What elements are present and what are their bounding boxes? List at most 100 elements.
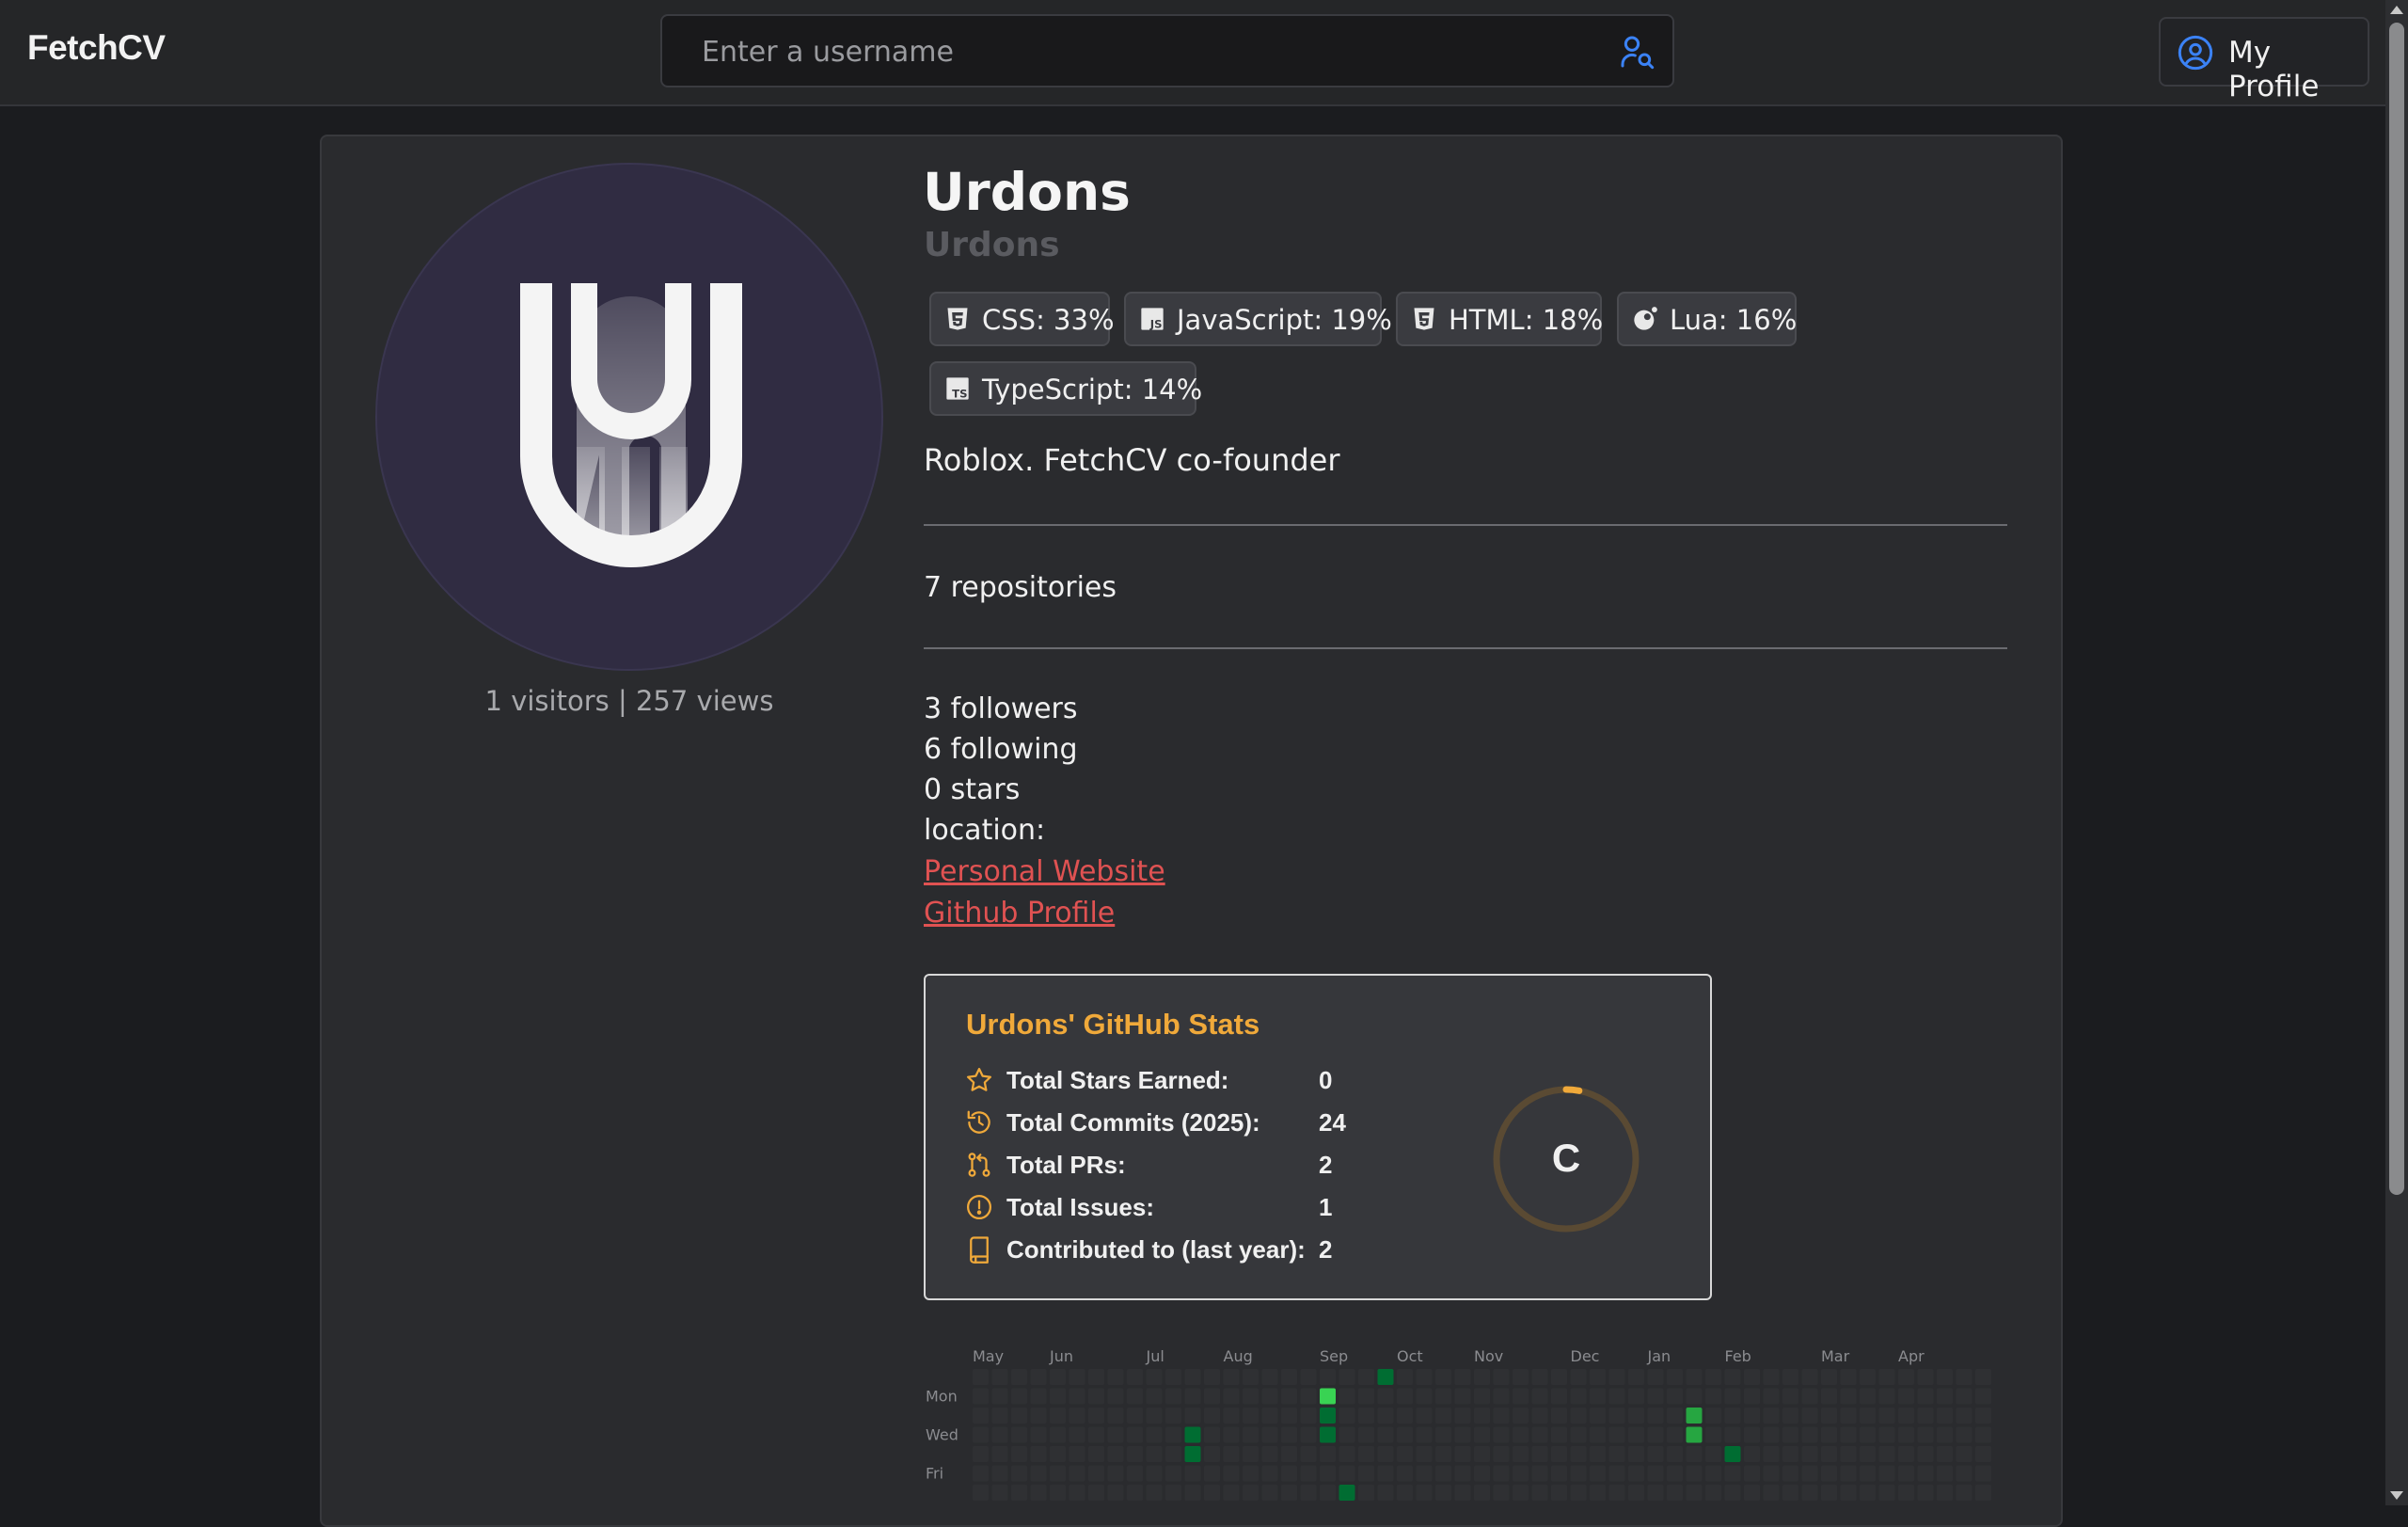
contribution-day-cell[interactable] [1956, 1369, 1972, 1385]
contribution-day-cell[interactable] [1840, 1446, 1857, 1462]
contribution-day-cell[interactable] [1358, 1426, 1374, 1443]
contribution-day-cell[interactable] [1937, 1446, 1953, 1462]
contribution-day-cell[interactable] [1050, 1408, 1066, 1424]
contribution-day-cell[interactable] [1821, 1446, 1837, 1462]
contribution-day-cell[interactable] [1435, 1369, 1451, 1385]
contribution-day-cell[interactable] [1146, 1446, 1163, 1462]
contribution-day-cell[interactable] [1840, 1408, 1857, 1424]
contribution-day-cell[interactable] [1782, 1408, 1798, 1424]
contribution-day-cell[interactable] [1300, 1388, 1317, 1405]
contribution-day-cell[interactable] [1667, 1408, 1683, 1424]
contribution-day-cell[interactable] [1647, 1426, 1664, 1443]
contribution-day-cell[interactable] [1204, 1426, 1220, 1443]
contribution-day-cell[interactable] [1300, 1485, 1317, 1501]
contribution-day-cell[interactable] [1956, 1446, 1972, 1462]
contribution-day-cell[interactable] [1628, 1408, 1644, 1424]
contribution-day-cell[interactable] [1493, 1369, 1510, 1385]
contribution-day-cell[interactable] [1011, 1465, 1027, 1482]
contribution-day-cell[interactable] [1184, 1465, 1201, 1482]
contribution-day-cell[interactable] [1204, 1388, 1220, 1405]
contribution-day-cell[interactable] [1821, 1465, 1837, 1482]
contribution-day-cell[interactable] [1243, 1408, 1259, 1424]
contribution-day-cell[interactable] [1551, 1485, 1567, 1501]
contribution-day-cell[interactable] [1474, 1465, 1490, 1482]
contribution-day-cell[interactable] [1551, 1408, 1567, 1424]
contribution-day-cell[interactable] [1339, 1408, 1355, 1424]
contribution-day-cell[interactable] [1069, 1426, 1085, 1443]
contribution-day-cell[interactable] [1744, 1465, 1760, 1482]
contribution-day-cell[interactable] [1763, 1426, 1780, 1443]
contribution-day-cell[interactable] [1801, 1446, 1818, 1462]
contribution-day-cell[interactable] [1088, 1446, 1104, 1462]
contribution-day-cell[interactable] [1454, 1369, 1471, 1385]
contribution-day-cell[interactable] [1608, 1446, 1625, 1462]
contribution-day-cell[interactable] [1339, 1465, 1355, 1482]
contribution-day-cell[interactable] [1628, 1465, 1644, 1482]
contribution-day-cell[interactable] [1801, 1408, 1818, 1424]
contribution-day-cell[interactable] [1705, 1408, 1721, 1424]
contribution-day-cell[interactable] [1165, 1426, 1181, 1443]
contribution-day-cell[interactable] [1261, 1465, 1278, 1482]
contribution-day-cell[interactable] [1878, 1369, 1895, 1385]
contribution-day-cell[interactable] [1107, 1426, 1124, 1443]
contribution-day-cell[interactable] [1050, 1446, 1066, 1462]
contribution-day-cell[interactable] [1416, 1388, 1433, 1405]
contribution-day-cell[interactable] [1030, 1369, 1047, 1385]
contribution-day-cell[interactable] [1184, 1369, 1201, 1385]
contribution-day-cell[interactable] [1570, 1388, 1587, 1405]
contribution-day-cell[interactable] [1840, 1426, 1857, 1443]
contribution-day-cell[interactable] [1821, 1408, 1837, 1424]
contribution-day-cell[interactable] [1724, 1388, 1741, 1405]
contribution-day-cell[interactable] [973, 1408, 989, 1424]
contribution-day-cell[interactable] [1975, 1485, 1991, 1501]
contribution-day-cell[interactable] [1281, 1446, 1297, 1462]
contribution-day-cell[interactable] [1724, 1408, 1741, 1424]
contribution-day-cell[interactable] [1069, 1388, 1085, 1405]
contribution-day-cell[interactable] [1513, 1485, 1529, 1501]
contribution-day-cell[interactable] [1127, 1485, 1143, 1501]
contribution-day-cell[interactable] [1570, 1408, 1587, 1424]
contribution-day-cell[interactable] [1435, 1485, 1451, 1501]
contribution-day-cell[interactable] [1860, 1388, 1876, 1405]
contribution-day-cell[interactable] [1261, 1388, 1278, 1405]
contribution-day-cell[interactable] [1397, 1485, 1413, 1501]
contribution-day-cell[interactable] [1030, 1388, 1047, 1405]
contribution-day-cell[interactable] [1898, 1369, 1914, 1385]
contribution-day-cell[interactable] [1474, 1485, 1490, 1501]
contribution-day-cell[interactable] [1782, 1465, 1798, 1482]
contribution-day-cell[interactable] [1937, 1485, 1953, 1501]
contribution-day-cell[interactable] [1320, 1408, 1336, 1424]
contribution-day-cell[interactable] [1590, 1408, 1606, 1424]
contribution-day-cell[interactable] [1165, 1369, 1181, 1385]
contribution-day-cell[interactable] [1513, 1369, 1529, 1385]
contribution-day-cell[interactable] [1840, 1388, 1857, 1405]
contribution-day-cell[interactable] [1763, 1446, 1780, 1462]
contribution-day-cell[interactable] [1551, 1369, 1567, 1385]
contribution-day-cell[interactable] [1320, 1369, 1336, 1385]
contribution-day-cell[interactable] [1860, 1485, 1876, 1501]
contribution-day-cell[interactable] [1358, 1369, 1374, 1385]
contribution-day-cell[interactable] [1628, 1446, 1644, 1462]
contribution-day-cell[interactable] [1917, 1408, 1934, 1424]
contribution-day-cell[interactable] [1956, 1408, 1972, 1424]
contribution-day-cell[interactable] [1782, 1388, 1798, 1405]
contribution-day-cell[interactable] [1339, 1426, 1355, 1443]
contribution-day-cell[interactable] [1860, 1426, 1876, 1443]
contribution-day-cell[interactable] [1011, 1388, 1027, 1405]
contribution-day-cell[interactable] [1454, 1465, 1471, 1482]
contribution-day-cell[interactable] [991, 1485, 1008, 1501]
contribution-day-cell[interactable] [1705, 1485, 1721, 1501]
contribution-day-cell[interactable] [1975, 1408, 1991, 1424]
contribution-day-cell[interactable] [1261, 1446, 1278, 1462]
contribution-day-cell[interactable] [1127, 1369, 1143, 1385]
contribution-day-cell[interactable] [1281, 1485, 1297, 1501]
contribution-day-cell[interactable] [1917, 1388, 1934, 1405]
contribution-day-cell[interactable] [1917, 1446, 1934, 1462]
contribution-day-cell[interactable] [1107, 1388, 1124, 1405]
contribution-day-cell[interactable] [1840, 1465, 1857, 1482]
contribution-day-cell[interactable] [1898, 1388, 1914, 1405]
contribution-day-cell[interactable] [1667, 1426, 1683, 1443]
contribution-day-cell[interactable] [1416, 1465, 1433, 1482]
contribution-day-cell[interactable] [1705, 1369, 1721, 1385]
contribution-day-cell[interactable] [1937, 1465, 1953, 1482]
